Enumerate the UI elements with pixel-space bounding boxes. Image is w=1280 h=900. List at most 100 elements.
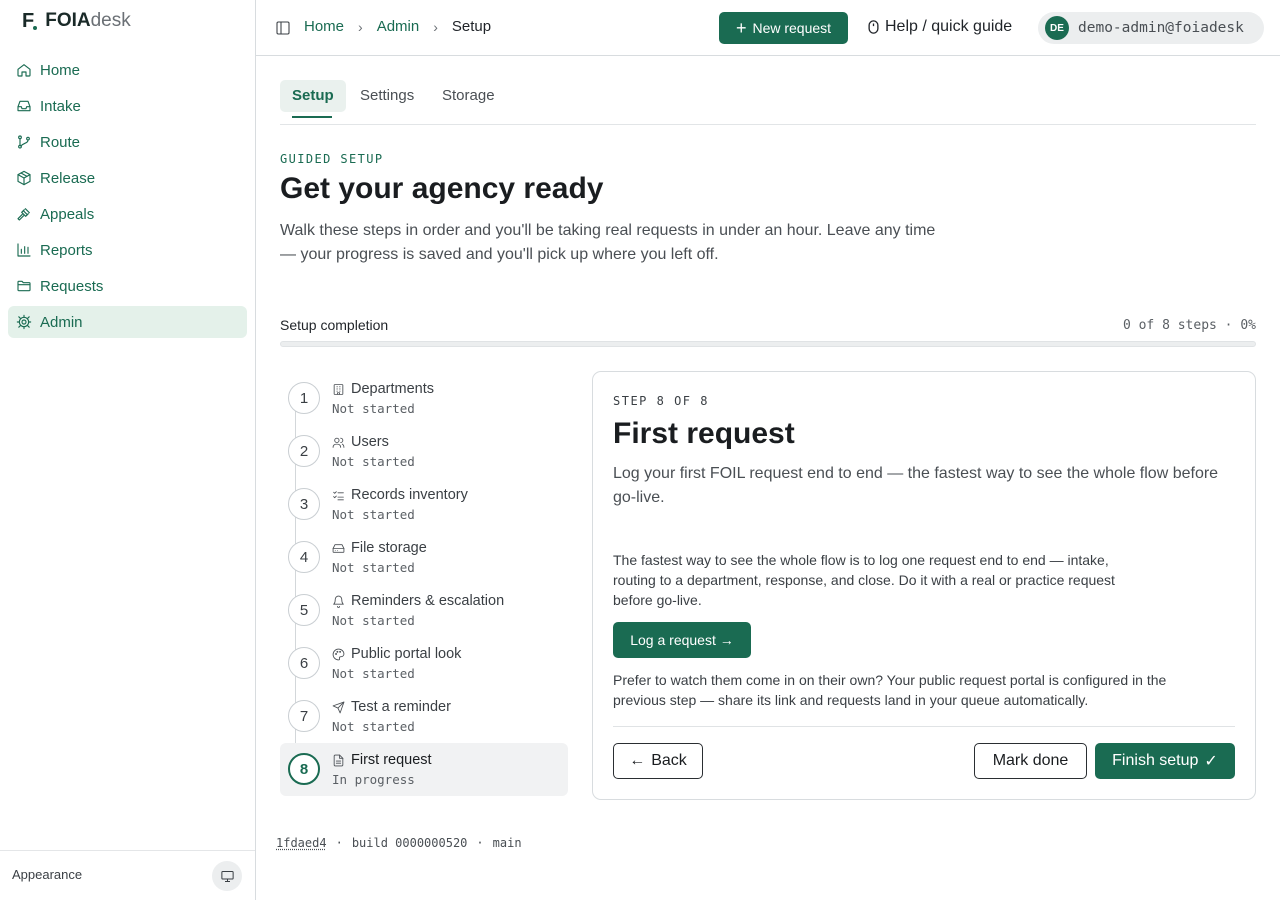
list-checks-icon [333, 490, 344, 500]
breadcrumb-home[interactable]: Home [304, 18, 344, 35]
step-users[interactable]: 2 Users Not started [280, 425, 568, 478]
step-number: 1 [288, 382, 320, 414]
gavel-icon [17, 208, 30, 221]
tab-settings[interactable]: Settings [348, 80, 426, 112]
step-title-text: File storage [351, 540, 427, 556]
setup-steps-list: 1 Departments Not started 2 Users Not st… [280, 372, 568, 796]
section-eyebrow: GUIDED SETUP [280, 152, 384, 166]
sidebar-toggle-button[interactable] [275, 20, 291, 36]
breadcrumb: Home › Admin › Setup [304, 18, 491, 35]
tab-setup[interactable]: Setup [280, 80, 346, 112]
sidebar-nav: Home Intake Route Release Appeals Report… [8, 54, 247, 342]
new-request-label: New request [752, 20, 832, 36]
check-icon: ✓ [1204, 753, 1218, 770]
page-lead: Walk these steps in order and you'll be … [280, 222, 936, 263]
step-title-text: Records inventory [351, 487, 468, 503]
step-lead: Log your first FOIL request end to end —… [613, 465, 1219, 506]
back-button[interactable]: ← Back [613, 743, 703, 779]
sidebar-item-intake[interactable]: Intake [8, 90, 247, 122]
build-info: 1fdaed4 · build 0000000520 · main [276, 836, 522, 850]
step-number: 7 [288, 700, 320, 732]
finish-setup-button[interactable]: Finish setup ✓ [1095, 743, 1235, 779]
step-title-text: Public portal look [351, 646, 462, 662]
folder-icon [17, 280, 31, 292]
step-number: 4 [288, 541, 320, 573]
sidebar-item-release[interactable]: Release [8, 162, 247, 194]
step-title-text: Reminders & escalation [351, 593, 505, 609]
gear-icon [16, 314, 32, 330]
sidebar-item-label: Requests [40, 277, 104, 295]
step-title-text: Users [351, 434, 389, 450]
step-title-text: Test a reminder [351, 699, 451, 715]
step-portal-note: Prefer to watch them come in on their ow… [613, 672, 1167, 708]
user-menu-button[interactable]: DE demo-admin@foiadesk [1038, 12, 1264, 44]
inbox-icon [17, 100, 31, 112]
step-test-reminder[interactable]: 7 Test a reminder Not started [280, 690, 568, 743]
sidebar-item-label: Reports [40, 241, 93, 259]
step-counter: STEP 8 OF 8 [613, 394, 709, 408]
help-guide-link[interactable]: Help / quick guide [868, 18, 1012, 36]
step-number: 6 [288, 647, 320, 679]
branch-name: main [492, 836, 522, 850]
brand-mark: F [22, 10, 38, 33]
step-status: Not started [332, 560, 415, 575]
finish-setup-label: Finish setup [1112, 752, 1199, 769]
step-departments[interactable]: 1 Departments Not started [280, 372, 568, 425]
step-title: Records inventory [332, 487, 468, 503]
sidebar-item-label: Route [40, 133, 81, 151]
step-reminders-escalation[interactable]: 5 Reminders & escalation Not started [280, 584, 568, 637]
sidebar-footer: Appearance [0, 850, 255, 900]
arrow-left-icon: ← [629, 752, 646, 769]
sidebar-item-home[interactable]: Home [8, 54, 247, 86]
step-status: Not started [332, 666, 415, 681]
git-branch-icon [18, 135, 30, 149]
step-records-inventory[interactable]: 3 Records inventory Not started [280, 478, 568, 531]
step-status: Not started [332, 613, 415, 628]
sidebar-item-label: Intake [40, 97, 81, 115]
back-label: Back [651, 752, 687, 769]
plus-icon: + [735, 18, 747, 38]
step-title: Test a reminder [332, 699, 451, 715]
commit-hash[interactable]: 1fdaed4 [276, 836, 327, 850]
step-number: 3 [288, 488, 320, 520]
mark-done-button[interactable]: Mark done [974, 743, 1087, 779]
step-body-text: The fastest way to see the whole flow is… [613, 552, 1115, 608]
bell-icon [333, 595, 344, 608]
sidebar-item-label: Appeals [40, 205, 95, 223]
building-icon [333, 383, 344, 395]
step-first-request[interactable]: 8 First request In progress [280, 743, 568, 796]
new-request-button[interactable]: + New request [719, 12, 848, 44]
chevron-right-icon: › [358, 18, 363, 35]
sidebar-item-appeals[interactable]: Appeals [8, 198, 247, 230]
sidebar: F FOIAdesk Home Intake Route Release App… [0, 0, 256, 900]
sidebar-item-reports[interactable]: Reports [8, 234, 247, 266]
appearance-toggle-button[interactable] [212, 861, 242, 891]
progress-label: Setup completion [280, 317, 389, 333]
step-number: 5 [288, 594, 320, 626]
progress-bar [280, 341, 1256, 347]
help-guide-label: Help / quick guide [885, 18, 1013, 35]
step-status: In progress [332, 772, 415, 787]
bar-chart-icon [17, 243, 31, 257]
step-title-text: First request [351, 752, 432, 768]
log-request-button[interactable]: Log a request → [613, 622, 751, 658]
sidebar-item-route[interactable]: Route [8, 126, 247, 158]
brand-logo[interactable]: F FOIAdesk [22, 9, 131, 33]
separator: · [335, 836, 343, 850]
step-public-portal-look[interactable]: 6 Public portal look Not started [280, 637, 568, 690]
tab-storage[interactable]: Storage [430, 80, 507, 112]
breadcrumb-admin[interactable]: Admin [377, 18, 420, 35]
hard-drive-icon [332, 543, 345, 553]
step-title-text: Departments [351, 381, 435, 397]
step-number: 8 [288, 753, 320, 785]
sidebar-item-requests[interactable]: Requests [8, 270, 247, 302]
page-title: Get your agency ready [280, 172, 604, 205]
breadcrumb-current: Setup [451, 18, 492, 35]
step-heading: First request [613, 417, 795, 450]
step-file-storage[interactable]: 4 File storage Not started [280, 531, 568, 584]
step-status: Not started [332, 454, 415, 469]
step-title: File storage [332, 540, 427, 556]
sidebar-item-admin[interactable]: Admin [8, 306, 247, 338]
mouse-icon [868, 20, 879, 34]
build-number: build 0000000520 [351, 836, 468, 850]
